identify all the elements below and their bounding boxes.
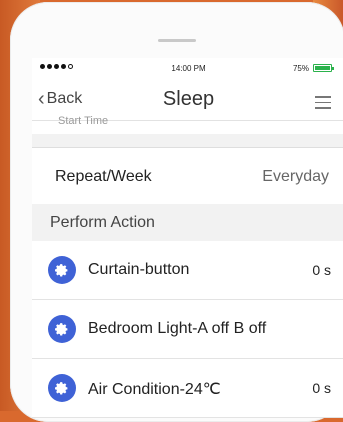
action-label: Bedroom Light-A off B off — [88, 320, 267, 337]
section-title: Perform Action — [50, 214, 155, 231]
gear-icon[interactable] — [48, 374, 76, 402]
action-delay: 0 s — [312, 262, 331, 278]
battery-cap — [332, 67, 334, 70]
action-row-curtain[interactable]: Curtain-button 0 s — [32, 241, 343, 300]
phone-frame: 14:00 PM 75% ‹ Back Sleep Start Time Rep… — [10, 2, 343, 422]
battery-percent: 75% — [292, 64, 309, 73]
repeat-row[interactable]: Repeat/Week Everyday — [32, 147, 343, 206]
app-screen: 14:00 PM 75% ‹ Back Sleep Start Time Rep… — [32, 58, 343, 418]
action-row-air-condition[interactable]: Air Condition-24℃ 0 s — [32, 359, 343, 418]
gear-icon[interactable] — [48, 256, 76, 284]
action-label: Air Condition-24℃ — [88, 381, 221, 398]
action-delay: 0 s — [312, 380, 331, 396]
action-label: Curtain-button — [88, 261, 190, 278]
repeat-label: Repeat/Week — [55, 168, 152, 185]
battery-icon — [313, 64, 332, 72]
menu-icon[interactable] — [315, 96, 331, 113]
gear-icon[interactable] — [48, 315, 76, 343]
action-row-bedroom-light[interactable]: Bedroom Light-A off B off — [32, 300, 343, 359]
status-bar: 14:00 PM 75% — [32, 58, 343, 78]
perform-action-header: Perform Action — [32, 204, 343, 241]
navigation-bar: ‹ Back Sleep — [32, 78, 343, 120]
repeat-value: Everyday — [262, 168, 329, 185]
partial-row: Start Time — [32, 115, 343, 135]
page-title: Sleep — [162, 88, 215, 110]
section-gap — [32, 134, 343, 147]
partial-row-label: Start Time — [58, 115, 109, 127]
speaker-grille — [158, 39, 196, 42]
